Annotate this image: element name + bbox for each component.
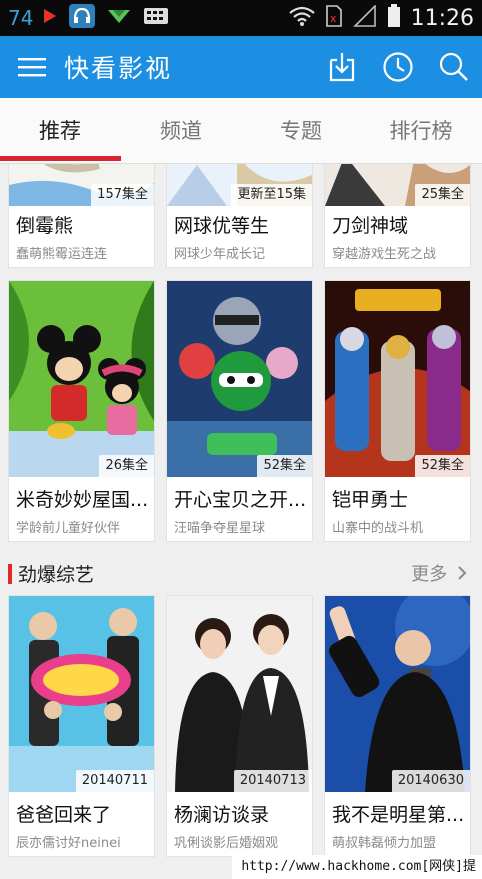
play-icon: [43, 8, 57, 28]
section-header-variety: 劲爆综艺 更多: [0, 554, 482, 594]
video-card[interactable]: 52集全 开心宝贝之开... 汪喵争夺星星球: [166, 280, 313, 542]
episode-badge: 157集全: [91, 184, 154, 206]
card-subtitle: 学龄前儿童好伙伴: [16, 521, 121, 536]
episode-badge: 25集全: [415, 184, 470, 206]
video-card[interactable]: 20140630 我不是明星第... 萌叔韩磊倾力加盟: [324, 595, 471, 857]
history-icon: [383, 52, 413, 82]
card-subtitle: 蠢萌熊霉运连连: [16, 247, 108, 262]
poster-image: 更新至15集: [167, 164, 312, 206]
card-subtitle: 山寨中的战斗机: [332, 521, 424, 536]
content-feed[interactable]: 157集全 倒霉熊 蠢萌熊霉运连连 更新至15集 网球优等生 网球少年成长记 2…: [0, 164, 482, 879]
video-card[interactable]: 26集全 米奇妙妙屋国... 学龄前儿童好伙伴: [8, 280, 155, 542]
card-title: 刀剑神域: [332, 215, 409, 237]
section-marker: [8, 564, 12, 584]
tab-bar: 推荐 频道 专题 排行榜: [0, 98, 482, 164]
section-title: 劲爆综艺: [18, 564, 95, 586]
download-button[interactable]: [314, 36, 370, 98]
download-arrow-icon: [107, 7, 131, 29]
app-title: 快看影视: [64, 54, 173, 83]
card-title: 开心宝贝之开...: [174, 489, 307, 511]
status-time: 11:26: [410, 5, 474, 31]
video-card[interactable]: 52集全 铠甲勇士 山寨中的战斗机: [324, 280, 471, 542]
card-title: 米奇妙妙屋国...: [16, 489, 149, 511]
tab-recommend[interactable]: 推荐: [0, 98, 120, 160]
card-subtitle: 汪喵争夺星星球: [174, 521, 266, 536]
poster-image: 52集全: [167, 281, 312, 477]
poster-image: 20140711: [9, 596, 154, 792]
video-card[interactable]: 157集全 倒霉熊 蠢萌熊霉运连连: [8, 164, 155, 268]
wifi-icon: [288, 6, 315, 30]
poster-image: 20140713: [167, 596, 312, 792]
sim-icon: x: [325, 5, 343, 31]
status-bar: 74 x 11:26: [0, 0, 482, 36]
date-badge: 20140630: [391, 770, 470, 792]
status-number: 74: [8, 6, 34, 30]
keyboard-icon: [143, 6, 169, 30]
card-subtitle: 网球少年成长记: [174, 247, 266, 262]
poster-image: 26集全: [9, 281, 154, 477]
video-card[interactable]: 20140713 杨澜访谈录 巩俐谈影后婚姻观: [166, 595, 313, 857]
poster-image: 52集全: [325, 281, 470, 477]
headset-icon: [69, 4, 96, 32]
poster-image: 20140630: [325, 596, 470, 792]
video-card[interactable]: 更新至15集 网球优等生 网球少年成长记: [166, 164, 313, 268]
card-title: 铠甲勇士: [332, 489, 409, 511]
history-button[interactable]: [370, 36, 426, 98]
battery-icon: [387, 4, 401, 32]
episode-badge: 52集全: [257, 455, 312, 477]
date-badge: 20140711: [75, 770, 154, 792]
poster-image: 25集全: [325, 164, 470, 206]
more-link[interactable]: 更多: [411, 560, 468, 586]
date-badge: 20140713: [233, 770, 312, 792]
search-button[interactable]: [426, 36, 482, 98]
card-subtitle: 萌叔韩磊倾力加盟: [332, 836, 437, 851]
tab-indicator: [0, 156, 121, 161]
card-title: 我不是明星第...: [332, 804, 465, 826]
card-title: 爸爸回来了: [16, 804, 112, 826]
episode-badge: 26集全: [99, 455, 154, 477]
chevron-right-icon: [458, 566, 467, 580]
video-card[interactable]: 25集全 刀剑神域 穿越游戏生死之战: [324, 164, 471, 268]
svg-text:x: x: [330, 12, 337, 25]
tab-topics[interactable]: 专题: [241, 98, 361, 160]
card-title: 杨澜访谈录: [174, 804, 270, 826]
episode-badge: 更新至15集: [231, 184, 312, 206]
app-screen: 74 x 11:26 快看影视 推荐 频道 专题 排行榜 157集全 倒霉熊 蠢…: [0, 0, 482, 879]
app-bar: 快看影视: [0, 36, 482, 98]
tab-rankings[interactable]: 排行榜: [361, 98, 481, 160]
video-card[interactable]: 20140711 爸爸回来了 辰亦儒讨好neinei: [8, 595, 155, 857]
poster-image: 157集全: [9, 164, 154, 206]
menu-button[interactable]: [0, 36, 64, 98]
more-label: 更多: [411, 564, 448, 585]
download-icon: [329, 53, 355, 82]
signal-icon: [352, 4, 377, 31]
menu-icon: [18, 58, 46, 77]
watermark-text: http://www.hackhome.com[网侠]提供: [232, 855, 482, 879]
card-subtitle: 巩俐谈影后婚姻观: [174, 836, 279, 851]
card-subtitle: 辰亦儒讨好neinei: [16, 836, 121, 851]
tab-channels[interactable]: 频道: [121, 98, 241, 160]
card-subtitle: 穿越游戏生死之战: [332, 247, 437, 262]
card-title: 网球优等生: [174, 215, 270, 237]
card-title: 倒霉熊: [16, 215, 74, 237]
search-icon: [439, 52, 468, 81]
episode-badge: 52集全: [415, 455, 470, 477]
